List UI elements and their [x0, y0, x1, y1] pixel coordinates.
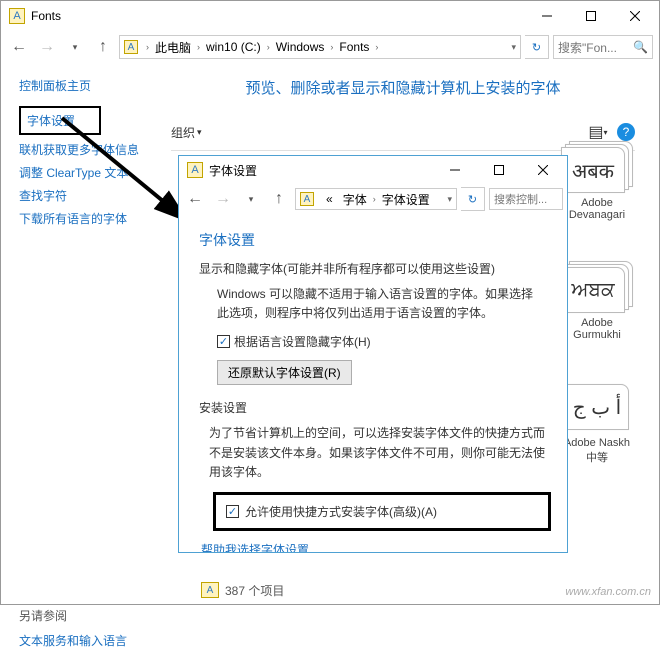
install-heading: 安装设置 [199, 399, 551, 416]
minimize-button[interactable] [525, 2, 569, 30]
sidebar-item-cleartype[interactable]: 调整 ClearType 文本 [19, 164, 171, 181]
child-back-button[interactable]: ← [183, 187, 207, 211]
child-forward-button[interactable]: → [211, 187, 235, 211]
sidebar-item-text-services[interactable]: 文本服务和输入语言 [19, 632, 171, 649]
font-settings-window: A 字体设置 ← → ▾ ↑ A « 字体 › 字体设置 ▾ ↻ 搜索控制...… [178, 155, 568, 553]
fonts-app-icon: A [187, 162, 203, 178]
view-options-button[interactable]: ▤ ▾ [587, 121, 609, 143]
child-window-title: 字体设置 [209, 162, 433, 179]
sidebar-item-online-fonts[interactable]: 联机获取更多字体信息 [19, 141, 171, 158]
restore-defaults-button[interactable]: 还原默认字体设置(R) [217, 360, 352, 385]
chevron-down-icon[interactable]: ▾ [511, 42, 516, 53]
font-tile-devanagari[interactable]: अबक Adobe Devanagari [557, 141, 637, 221]
font-sample: أ ب ج [565, 384, 629, 430]
child-titlebar: A 字体设置 [179, 156, 567, 184]
checkbox-checked-icon[interactable]: ✓ [226, 505, 239, 518]
refresh-button[interactable]: ↻ [525, 35, 549, 59]
fonts-app-icon: A [9, 8, 25, 24]
font-grid: अबक Adobe Devanagari ਅਬਕ Adobe Gurmukhi … [557, 141, 637, 465]
child-history-dropdown[interactable]: ▾ [239, 187, 263, 211]
sidebar-item-font-settings[interactable]: 字体设置 [19, 106, 171, 135]
crumb-pc[interactable]: 此电脑 [151, 39, 195, 56]
back-button[interactable]: ← [7, 35, 31, 59]
sidebar-item-find-char[interactable]: 查找字符 [19, 187, 171, 204]
child-minimize-button[interactable] [433, 156, 477, 184]
history-dropdown[interactable]: ▾ [63, 35, 87, 59]
install-body: 为了节省计算机上的空间，可以选择安装字体文件的快捷方式而不是安装该文件本身。如果… [203, 424, 551, 482]
crumb-drive[interactable]: win10 (C:) [202, 40, 265, 54]
main-titlebar: A Fonts [1, 1, 659, 31]
font-label: Adobe Devanagari [557, 197, 637, 221]
search-placeholder: 搜索"Fon... [558, 39, 617, 56]
chevron-right-icon: › [146, 42, 149, 52]
child-address-bar: ← → ▾ ↑ A « 字体 › 字体设置 ▾ ↻ 搜索控制... [179, 184, 567, 214]
folder-icon: A [300, 192, 314, 206]
child-heading: 字体设置 [199, 230, 551, 250]
folder-icon: A [201, 582, 219, 598]
hide-fonts-checkbox-label: 根据语言设置隐藏字体(H) [234, 333, 371, 350]
hide-fonts-checkbox-row[interactable]: ✓ 根据语言设置隐藏字体(H) [217, 333, 551, 350]
chevron-down-icon[interactable]: ▾ [447, 194, 452, 205]
font-sample: अबक [561, 147, 625, 193]
folder-icon: A [124, 40, 138, 54]
child-search-input[interactable]: 搜索控制... [489, 188, 563, 210]
font-tile-naskh[interactable]: أ ب ج Adobe Naskh 中等 [557, 381, 637, 465]
help-button[interactable]: ? [617, 123, 635, 141]
child-up-button[interactable]: ↑ [267, 187, 291, 211]
shortcut-install-checkbox-row[interactable]: ✓ 允许使用快捷方式安装字体(高级)(A) [213, 492, 551, 531]
organize-button[interactable]: 组织▾ [171, 124, 202, 141]
sidebar: 控制面板主页 字体设置 联机获取更多字体信息 调整 ClearType 文本 查… [1, 63, 171, 576]
up-button[interactable]: ↑ [91, 35, 115, 59]
chevron-right-icon: › [373, 194, 376, 204]
page-title: 预览、删除或者显示和隐藏计算机上安装的字体 [171, 77, 635, 98]
font-tile-gurmukhi[interactable]: ਅਬਕ Adobe Gurmukhi [557, 261, 637, 341]
child-maximize-button[interactable] [477, 156, 521, 184]
chevron-right-icon: › [375, 42, 378, 52]
status-bar: A 387 个项目 [1, 576, 659, 604]
control-panel-home[interactable]: 控制面板主页 [19, 77, 171, 94]
font-label: Adobe Naskh 中等 [557, 437, 637, 465]
address-bar: ← → ▾ ↑ A › 此电脑 › win10 (C:) › Windows ›… [1, 31, 659, 63]
chevron-right-icon: › [197, 42, 200, 52]
watermark: www.xfan.com.cn [565, 586, 651, 598]
crumb-fonts[interactable]: Fonts [335, 40, 373, 54]
window-title: Fonts [31, 9, 525, 23]
font-sample: ਅਬਕ [561, 267, 625, 313]
search-icon: 🔍 [633, 40, 648, 54]
crumb-font-settings[interactable]: 字体设置 [378, 191, 434, 208]
forward-button[interactable]: → [35, 35, 59, 59]
breadcrumb[interactable]: A › 此电脑 › win10 (C:) › Windows › Fonts ›… [119, 35, 521, 59]
see-also-heading: 另请参阅 [19, 607, 171, 624]
crumb-windows[interactable]: Windows [272, 40, 329, 54]
close-button[interactable] [613, 2, 657, 30]
chevron-right-icon: › [330, 42, 333, 52]
chevron-right-icon: › [267, 42, 270, 52]
hide-fonts-desc: 显示和隐藏字体(可能并非所有程序都可以使用这些设置) [199, 260, 551, 277]
child-breadcrumb[interactable]: A « 字体 › 字体设置 ▾ [295, 188, 457, 210]
crumb-fonts[interactable]: 字体 [339, 191, 371, 208]
child-search-placeholder: 搜索控制... [494, 191, 547, 207]
search-input[interactable]: 搜索"Fon... 🔍 [553, 35, 653, 59]
shortcut-install-label: 允许使用快捷方式安装字体(高级)(A) [245, 503, 437, 520]
item-count: 387 个项目 [225, 582, 284, 599]
sidebar-item-download-langs[interactable]: 下载所有语言的字体 [19, 210, 171, 227]
child-refresh-button[interactable]: ↻ [461, 187, 485, 211]
crumb-prefix: « [322, 192, 337, 206]
hide-fonts-body: Windows 可以隐藏不适用于输入语言设置的字体。如果选择此选项，则程序中将仅… [211, 285, 551, 323]
maximize-button[interactable] [569, 2, 613, 30]
font-label: Adobe Gurmukhi [557, 317, 637, 341]
help-choose-link[interactable]: 帮助我选择字体设置 [201, 541, 551, 552]
child-close-button[interactable] [521, 156, 565, 184]
checkbox-checked-icon[interactable]: ✓ [217, 335, 230, 348]
